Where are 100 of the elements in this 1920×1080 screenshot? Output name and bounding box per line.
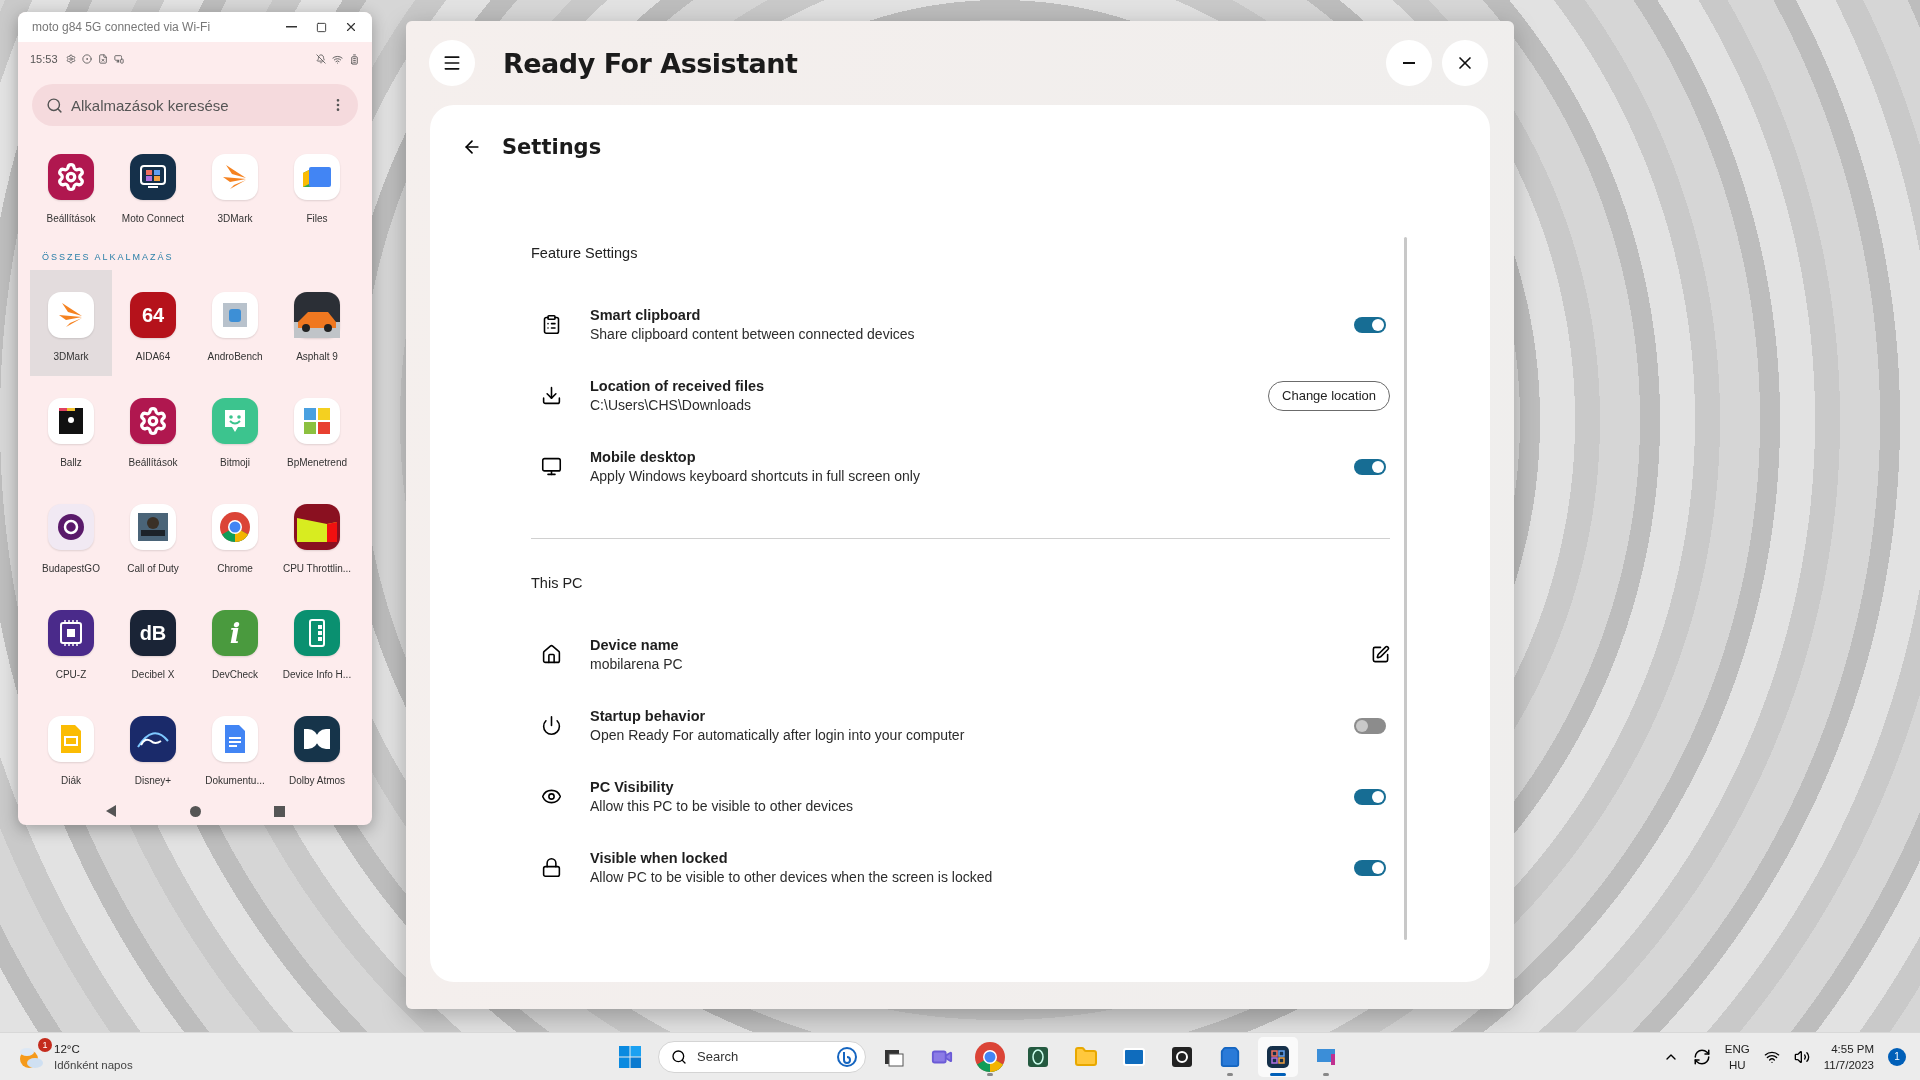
search-input[interactable]: Alkalmazások keresése bbox=[71, 96, 322, 114]
clock-time[interactable]: 4:55 PM bbox=[1831, 1040, 1874, 1057]
setting-description: Apply Windows keyboard shortcuts in full screen only bbox=[590, 468, 921, 484]
app-shortcut[interactable]: AndroBench bbox=[194, 270, 276, 376]
running-indicator bbox=[987, 1072, 993, 1076]
app-shortcut[interactable]: Moto Connect bbox=[112, 132, 194, 232]
bell-off-icon bbox=[316, 54, 326, 64]
menu-icon bbox=[442, 53, 462, 73]
recents-icon[interactable] bbox=[274, 805, 286, 817]
app-shortcut[interactable]: BpMenetrend bbox=[276, 376, 358, 482]
gear-icon bbox=[65, 54, 76, 64]
app-shortcut[interactable]: Device Info H... bbox=[276, 588, 358, 694]
scrollbar[interactable] bbox=[1404, 237, 1407, 940]
minimize-icon bbox=[285, 26, 297, 28]
clock-date[interactable]: 11/7/2023 bbox=[1823, 1056, 1874, 1073]
app-shortcut[interactable]: dB Decibel X bbox=[112, 588, 194, 694]
change-location-button[interactable]: Change location bbox=[1268, 380, 1390, 411]
home-icon bbox=[541, 644, 562, 665]
app-shortcut[interactable]: 3DMark bbox=[30, 270, 112, 376]
app-shortcut[interactable]: Beállítások bbox=[30, 132, 112, 232]
app-shortcut[interactable]: Files bbox=[276, 132, 358, 232]
toggle-switch[interactable] bbox=[1354, 788, 1386, 805]
setting-description: Share clipboard content between connected devices bbox=[590, 326, 916, 342]
app-shortcut[interactable]: Diák bbox=[30, 694, 112, 800]
setting-title: Mobile desktop bbox=[590, 449, 697, 465]
battery-icon bbox=[349, 53, 360, 65]
browser-icon bbox=[974, 1040, 1006, 1073]
icon-text: dB bbox=[139, 621, 167, 645]
edit-icon[interactable] bbox=[1371, 645, 1390, 664]
app-shortcut[interactable]: Chrome bbox=[194, 482, 276, 588]
setting-description: Open Ready For automatically after login into your computer bbox=[590, 727, 966, 743]
setting-title: PC Visibility bbox=[590, 779, 675, 795]
app-shortcut[interactable]: Dokumentu... bbox=[194, 694, 276, 800]
search-input[interactable]: Search bbox=[695, 1048, 829, 1065]
weather-condition: Időnként napos bbox=[54, 1057, 133, 1073]
window-title: moto g84 5G connected via Wi-Fi bbox=[32, 20, 212, 34]
setting-title: Device name bbox=[590, 637, 680, 653]
setting-description: Allow PC to be visible to other devices when the screen is locked bbox=[590, 869, 994, 885]
app-shortcut[interactable]: 64 AIDA64 bbox=[112, 270, 194, 376]
app-shortcut[interactable]: Bitmoji bbox=[194, 376, 276, 482]
minimize-icon bbox=[1403, 62, 1415, 64]
circle-logo-icon bbox=[81, 54, 92, 64]
setting-title: Location of received files bbox=[590, 378, 766, 394]
file-icon bbox=[97, 54, 108, 64]
section-title: This PC bbox=[531, 575, 584, 591]
icon-text: 64 bbox=[141, 303, 165, 327]
taskbar-search-field[interactable]: Search bbox=[658, 1040, 866, 1073]
app-shortcut[interactable]: Ballz bbox=[30, 376, 112, 482]
setting-description: mobilarena PC bbox=[590, 656, 684, 672]
setting-title: Visible when locked bbox=[590, 850, 729, 866]
close-button[interactable] bbox=[1442, 40, 1488, 86]
app-shortcut[interactable]: CPU Throttlin... bbox=[276, 482, 358, 588]
language-indicator[interactable]: ENG bbox=[1724, 1040, 1750, 1057]
window-title: Ready For Assistant bbox=[503, 47, 799, 79]
icon-text: i bbox=[229, 616, 241, 650]
section-title: ÖSSZES ALKALMAZÁS bbox=[42, 252, 175, 262]
search-icon bbox=[671, 1048, 687, 1065]
menu-button[interactable] bbox=[429, 40, 475, 86]
toggle-switch[interactable] bbox=[1354, 316, 1386, 333]
maximize-icon bbox=[315, 21, 327, 33]
setting-title: Smart clipboard bbox=[590, 307, 702, 323]
windows-logo-icon bbox=[619, 1045, 641, 1068]
app-shortcut[interactable]: Call of Duty bbox=[112, 482, 194, 588]
lock-icon bbox=[541, 857, 562, 878]
monitor-icon bbox=[541, 456, 562, 477]
status-time: 15:53 bbox=[30, 53, 58, 65]
download-icon bbox=[541, 385, 562, 406]
home-icon[interactable] bbox=[190, 805, 201, 817]
app-shortcut[interactable]: Dolby Atmos bbox=[276, 694, 358, 800]
running-indicator bbox=[1323, 1072, 1329, 1076]
app-shortcut[interactable]: 3DMark bbox=[194, 132, 276, 232]
setting-title: Startup behavior bbox=[590, 708, 707, 724]
toggle-switch[interactable] bbox=[1354, 859, 1386, 876]
wifi-icon bbox=[332, 53, 343, 65]
language-indicator[interactable]: HU bbox=[1728, 1056, 1746, 1073]
app-shortcut[interactable]: i DevCheck bbox=[194, 588, 276, 694]
setting-description: C:\Users\CHS\Downloads bbox=[590, 397, 753, 413]
app-shortcut[interactable]: Disney+ bbox=[112, 694, 194, 800]
power-icon bbox=[541, 715, 562, 736]
search-icon bbox=[46, 96, 63, 114]
setting-description: Allow this PC to be visible to other devices bbox=[590, 798, 854, 814]
back-icon[interactable] bbox=[104, 805, 117, 817]
running-indicator bbox=[1227, 1072, 1233, 1076]
notification-badge[interactable]: 1 bbox=[1888, 1047, 1906, 1066]
clipboard-icon bbox=[541, 314, 562, 335]
volume-icon[interactable] bbox=[1793, 1048, 1810, 1065]
notification-badge: 1 bbox=[38, 1037, 52, 1052]
app-shortcut[interactable]: CPU-Z bbox=[30, 588, 112, 694]
devices-icon bbox=[113, 54, 124, 64]
toggle-switch[interactable] bbox=[1354, 717, 1386, 734]
app-search-field[interactable]: Alkalmazások keresése bbox=[32, 84, 358, 126]
app-shortcut[interactable]: Beállítások bbox=[112, 376, 194, 482]
sync-icon[interactable] bbox=[1692, 1047, 1711, 1066]
taskbar-app-button[interactable] bbox=[1258, 1036, 1298, 1077]
toggle-switch[interactable] bbox=[1354, 458, 1386, 475]
app-shortcut[interactable]: BudapestGO bbox=[30, 482, 112, 588]
chat-logo-icon[interactable] bbox=[837, 1046, 857, 1067]
app-grid-icon bbox=[1266, 1044, 1290, 1069]
close-icon bbox=[344, 20, 358, 34]
app-shortcut[interactable]: Asphalt 9 bbox=[276, 270, 358, 376]
